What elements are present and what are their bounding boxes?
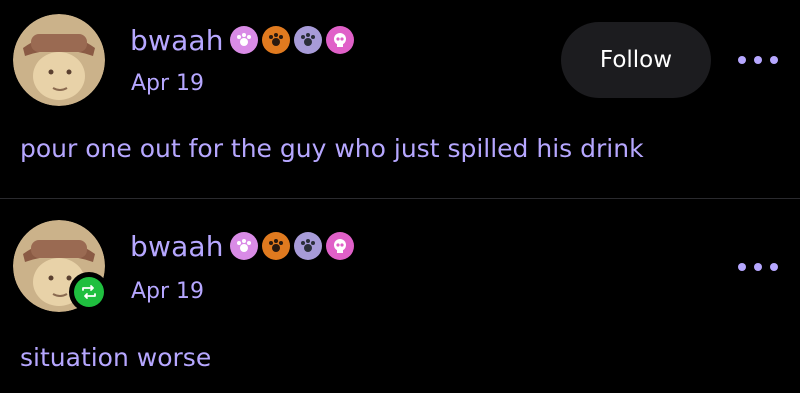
post-body: situation worse [20,343,212,372]
skull-icon[interactable] [325,26,354,54]
reblog-badge [69,272,109,312]
post-card: bwaah Apr 19 situation worse [0,199,800,393]
ellipsis-icon [738,56,746,64]
paw-icon[interactable] [293,26,322,54]
author-row: bwaah [130,226,358,266]
username[interactable]: bwaah [130,230,224,263]
username[interactable]: bwaah [130,24,224,57]
reblog-icon [74,277,104,307]
author-row: bwaah [130,20,358,60]
avatar[interactable] [13,14,105,106]
paw-icon[interactable] [261,232,290,260]
post-date[interactable]: Apr 19 [131,279,204,304]
post-body: pour one out for the guy who just spille… [20,134,644,163]
paw-icon[interactable] [293,232,322,260]
paw-icon[interactable] [229,232,258,260]
more-options-button[interactable] [738,50,778,70]
paw-icon[interactable] [229,26,258,54]
follow-button[interactable]: Follow [561,22,711,98]
skull-icon[interactable] [325,232,354,260]
paw-icon[interactable] [261,26,290,54]
ellipsis-icon [738,263,746,271]
more-options-button[interactable] [738,257,778,277]
post-date[interactable]: Apr 19 [131,71,204,96]
avatar-image [13,14,105,106]
post-card: bwaah Apr 19 Follow pour one out for the… [0,0,800,198]
